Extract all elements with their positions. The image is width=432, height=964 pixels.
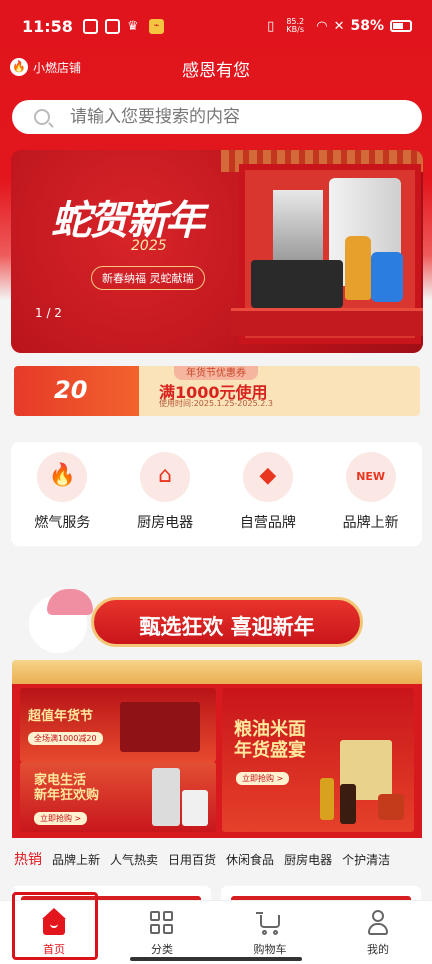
battery-icon	[390, 20, 412, 32]
nav-home[interactable]: 首页	[0, 901, 108, 964]
nav-label: 分类	[151, 943, 173, 956]
coupon-amount-area: 20	[14, 366, 139, 416]
range-hood-image	[273, 190, 323, 260]
battery-level: 58%	[350, 18, 384, 34]
tile-title: 超值年货节	[28, 709, 94, 724]
home-icon	[40, 908, 68, 937]
search-icon	[34, 109, 50, 125]
category-grid: 🔥 燃气服务 ⌂ 厨房电器 ◆ 自营品牌 NEW 品牌上新	[11, 442, 422, 546]
banner-carousel[interactable]: 蛇贺新年 2025 新春纳福 灵蛇献瑞 1 / 2	[11, 150, 423, 353]
net-speed: 85.2 KB/s	[286, 17, 305, 34]
promo-tile-festival[interactable]: 超值年货节 全场满1000减20	[20, 688, 216, 762]
promo-tile-appliances[interactable]: 家电生活 新年狂欢购 立即抢购 >	[20, 762, 216, 832]
coupon-amount: 20	[54, 376, 88, 404]
tile-title: 家电生活 新年狂欢购	[34, 773, 100, 803]
new-badge-icon: NEW	[345, 452, 396, 502]
nav-label: 我的	[367, 943, 389, 956]
banner-podium	[231, 308, 423, 336]
gesture-bar	[130, 957, 302, 961]
banner-tagline: 新春纳福 灵蛇献瑞	[91, 266, 205, 290]
signal-off-icon: ✕	[333, 18, 345, 34]
tab-personal-care[interactable]: 个护清洁	[342, 851, 390, 868]
category-new-brands[interactable]: NEW 品牌上新	[323, 452, 419, 546]
page-title: 感恩有您	[182, 61, 250, 81]
flame-icon: 🔥	[37, 452, 88, 502]
category-icon	[148, 909, 176, 937]
title-bar: 🔥 小燃店铺 感恩有您	[0, 52, 432, 86]
washer-product-image	[182, 790, 208, 826]
nav-label: 首页	[43, 943, 65, 956]
category-gas-service[interactable]: 🔥 燃气服务	[14, 452, 110, 546]
user-icon	[364, 909, 392, 937]
bottom-navigation: 首页 分类 购物车 我的	[0, 900, 432, 964]
promo-headline: 甄选狂欢 喜迎新年	[139, 615, 315, 639]
tab-daily-goods[interactable]: 日用百货	[168, 851, 216, 868]
category-kitchen-appliances[interactable]: ⌂ 厨房电器	[117, 452, 213, 546]
stove-product-image	[120, 702, 200, 752]
category-label: 厨房电器	[137, 515, 194, 531]
diamond-icon: ◆	[242, 452, 293, 502]
banner-pager: 1 / 2	[35, 306, 62, 320]
soy-sauce-product-image	[340, 784, 356, 824]
gas-stove-image	[251, 260, 343, 308]
status-right: ▯ 85.2 KB/s ◠ ✕ 58%	[267, 18, 412, 34]
category-own-brand[interactable]: ◆ 自营品牌	[220, 452, 316, 546]
promo-ribbon: 甄选狂欢 喜迎新年	[91, 597, 363, 647]
category-label: 自营品牌	[239, 515, 296, 531]
tab-hot-sale[interactable]: 热销	[14, 849, 42, 869]
tile-button[interactable]: 立即抢购 >	[236, 772, 290, 785]
tab-new-brands[interactable]: 品牌上新	[52, 851, 100, 868]
status-icons: ♛ ⌁	[82, 18, 164, 34]
crown-icon: ♛	[126, 18, 139, 34]
tab-snacks[interactable]: 休闲食品	[226, 851, 274, 868]
promo-panel: 超值年货节 全场满1000减20 家电生活 新年狂欢购 立即抢购 > 粮油米面 …	[12, 684, 422, 838]
tab-popular[interactable]: 人气热卖	[110, 851, 158, 868]
range-hood-icon: ⌂	[140, 452, 191, 502]
nav-profile[interactable]: 我的	[324, 901, 432, 964]
search-bar[interactable]	[12, 100, 422, 134]
app-icon	[82, 18, 98, 34]
wifi-icon: ◠	[316, 18, 328, 34]
cart-icon	[256, 909, 284, 937]
tile-button[interactable]: 立即抢购 >	[34, 812, 88, 825]
cooking-oil-image	[345, 236, 371, 300]
vibrate-icon: ▯	[267, 18, 275, 34]
promo-tile-grain-oil[interactable]: 粮油米面 年货盛宴 立即抢购 >	[222, 688, 414, 832]
coupon-header: 年货节优惠券	[174, 366, 258, 380]
coupon-card[interactable]: 20 年货节优惠券 满1000元使用 使用时间:2025.1.25-2025.2…	[14, 366, 420, 416]
product-tabs: 热销 品牌上新 人气热卖 日用百货 休闲食品 厨房电器 个护清洁	[0, 848, 432, 870]
nav-cart[interactable]: 购物车	[216, 901, 324, 964]
status-bar: 11:58 ♛ ⌁ ▯ 85.2 KB/s ◠ ✕ 58%	[0, 0, 432, 52]
category-label: 燃气服务	[34, 515, 91, 531]
oil-bottle-product-image	[320, 778, 334, 820]
nav-label: 购物车	[253, 943, 287, 956]
chili-jar-product-image	[378, 794, 404, 820]
status-time: 11:58	[22, 16, 73, 36]
snake-mascot-image	[23, 589, 93, 667]
nav-category[interactable]: 分类	[108, 901, 216, 964]
detergent-image	[371, 252, 403, 302]
coupon-validity: 使用时间:2025.1.25-2025.2.3	[159, 399, 273, 408]
search-input[interactable]	[70, 107, 370, 127]
tab-kitchen-appliances[interactable]: 厨房电器	[284, 851, 332, 868]
fridge-product-image	[152, 768, 180, 826]
banner-slogan: 蛇贺新年	[51, 197, 205, 244]
tag-icon: ⌁	[148, 18, 164, 34]
tile-button[interactable]: 全场满1000减20	[28, 732, 103, 745]
banner-year: 2025	[131, 238, 167, 254]
category-label: 品牌上新	[342, 515, 399, 531]
box-icon	[104, 18, 120, 34]
tile-title: 粮油米面 年货盛宴	[234, 719, 306, 761]
